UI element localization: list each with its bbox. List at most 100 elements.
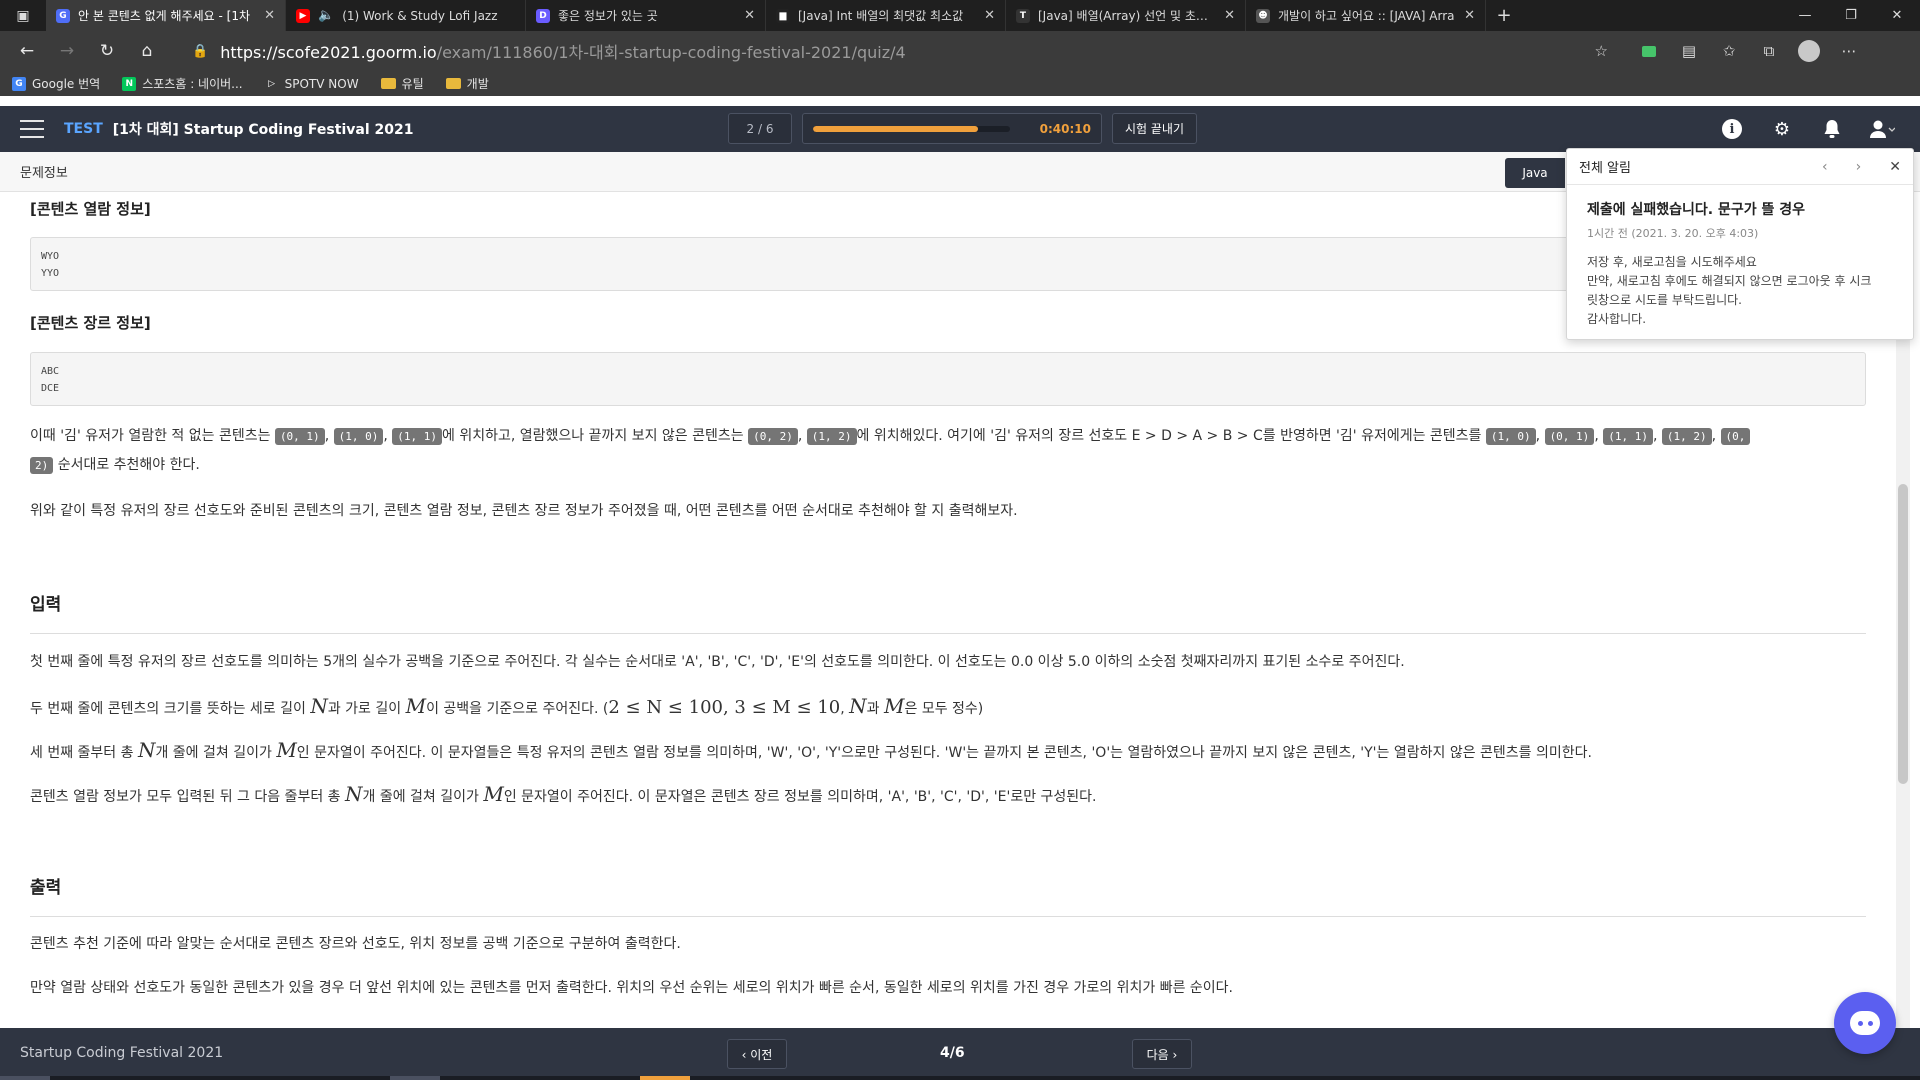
browser-tab-4[interactable]: ▆ [Java] Int 배열의 최댓값 최소값 ✕ <box>766 0 1006 31</box>
summary-paragraph: 위와 같이 특정 유저의 장르 선호도와 준비된 콘텐츠의 크기, 콘텐츠 열람… <box>30 503 1018 519</box>
bookmark-folder-dev[interactable]: 개발 <box>445 75 489 92</box>
inline-code: (1, 1) <box>392 428 442 445</box>
inline-code: (1, 2) <box>806 428 857 445</box>
bookmark-label: 스포츠홈 : 네이버... <box>142 77 243 91</box>
bookmark-folder-util[interactable]: 유틸 <box>380 75 424 92</box>
tab-title: (1) Work & Study Lofi Jazz <box>342 8 498 23</box>
notification-body: 제출에 실패했습니다. 문구가 뜰 경우 1시간 전 (2021. 3. 20.… <box>1567 185 1913 343</box>
close-tab-icon[interactable]: ✕ <box>264 8 275 23</box>
info-icon[interactable]: i <box>1718 115 1746 143</box>
close-tab-icon[interactable]: ✕ <box>1224 8 1235 23</box>
tabs-icon[interactable]: ⧉ <box>1752 36 1786 66</box>
bookmarks-bar: G Google 번역 N 스포츠홈 : 네이버... ▷ SPOTV NOW … <box>0 71 1920 96</box>
text: , <box>840 701 850 717</box>
test-tag: TEST <box>64 121 103 137</box>
bookmark-spotv[interactable]: ▷ SPOTV NOW <box>265 77 358 91</box>
footer-page-indicator: 4/6 <box>940 1045 965 1061</box>
close-tab-icon[interactable]: ✕ <box>1464 8 1475 23</box>
inline-code: (1, 1) <box>1603 428 1653 445</box>
notification-line: 릿창으로 시도를 부탁드립니다. <box>1587 293 1742 307</box>
notification-controls: ‹ › ✕ <box>1822 159 1901 175</box>
scrollbar-thumb[interactable] <box>1898 484 1908 784</box>
browser-tab-5[interactable]: T [Java] 배열(Array) 선언 및 초기화 ✕ <box>1006 0 1246 31</box>
site-favicon-icon: D <box>536 8 550 23</box>
end-exam-button[interactable]: 시험 끝내기 <box>1112 113 1198 144</box>
math-var: N <box>344 782 363 806</box>
site-favicon-icon: T <box>1016 8 1030 23</box>
bookmark-label: 개발 <box>466 77 489 91</box>
code-line: ABC <box>41 366 60 377</box>
browser-tab-6[interactable]: ☻ 개발이 하고 싶어요 :: [JAVA] Arra ✕ <box>1246 0 1486 31</box>
bell-icon[interactable] <box>1818 115 1846 143</box>
text: 에 위치해있다. 여기에 '김' 유저의 장르 선호도 E > D > A > … <box>856 428 1486 444</box>
notification-title: 전체 알림 <box>1579 161 1631 176</box>
more-icon[interactable]: ⋯ <box>1832 36 1866 66</box>
text: 과 <box>866 701 884 717</box>
notification-panel: 전체 알림 ‹ › ✕ 제출에 실패했습니다. 문구가 뜰 경우 1시간 전 (… <box>1566 148 1914 340</box>
home-icon[interactable]: ⌂ <box>130 36 164 66</box>
chevron-right-icon[interactable]: › <box>1856 159 1862 175</box>
text: 이 공백을 기준으로 주어진다. ( <box>426 701 609 717</box>
math-var: N <box>849 694 867 718</box>
url-path: /exam/111860/1차-대회-startup-coding-festiv… <box>436 43 906 62</box>
close-tab-icon[interactable]: ✕ <box>744 8 755 23</box>
new-tab-icon[interactable]: + <box>1486 0 1522 31</box>
back-icon[interactable]: ← <box>10 36 44 66</box>
text: 은 모두 정수) <box>904 701 984 717</box>
math-var: M <box>276 738 297 762</box>
language-select[interactable]: Java <box>1505 158 1565 188</box>
gear-icon[interactable]: ⚙ <box>1768 115 1796 143</box>
inline-code: 2) <box>30 457 54 474</box>
youtube-favicon-icon: ▶ <box>296 8 310 23</box>
input-line-2: 두 번째 줄에 콘텐츠의 크기를 뜻하는 세로 길이 N과 가로 길이 M이 공… <box>30 692 983 724</box>
lock-icon[interactable]: 🔒 <box>192 44 208 59</box>
close-tab-icon[interactable]: ✕ <box>984 8 995 23</box>
minimize-icon[interactable]: — <box>1782 0 1828 31</box>
user-icon[interactable] <box>1868 115 1896 143</box>
divider <box>30 633 1866 634</box>
close-window-icon[interactable]: ✕ <box>1874 0 1920 31</box>
genre-info-heading: [콘텐츠 장르 정보] <box>30 314 151 332</box>
chevron-left-icon[interactable]: ‹ <box>1822 159 1828 175</box>
url-host: https://scofe2021.goorm.io <box>220 43 437 62</box>
prev-button[interactable]: ‹ 이전 <box>727 1039 787 1069</box>
math-var: N <box>310 694 328 718</box>
text: 두 번째 줄에 콘텐츠의 크기를 뜻하는 세로 길이 <box>30 701 311 717</box>
extension-icon[interactable] <box>1632 36 1666 66</box>
genre-info-code: ABC DCE <box>30 352 1866 406</box>
url-field[interactable]: 🔒 https://scofe2021.goorm.io/exam/111860… <box>178 36 1618 66</box>
browser-tab-bar: ▣ G 안 본 콘텐츠 없게 해주세요 - [1차 ✕ ▶ 🔈 (1) Work… <box>0 0 1920 31</box>
notification-message-title: 제출에 실패했습니다. 문구가 뜰 경우 <box>1587 202 1806 218</box>
timer-progress-bar <box>813 125 1010 132</box>
math-var: N <box>137 738 156 762</box>
restore-icon[interactable]: ❐ <box>1828 0 1874 31</box>
timer-box: 0:40:10 <box>802 113 1102 144</box>
refresh-icon[interactable]: ↻ <box>90 36 124 66</box>
favorites-icon[interactable]: ✩ <box>1712 36 1746 66</box>
browser-tab-3[interactable]: D 좋은 정보가 있는 곳 ✕ <box>526 0 766 31</box>
close-icon[interactable]: ✕ <box>1889 159 1901 175</box>
notification-time: 1시간 전 (2021. 3. 20. 오후 4:03) <box>1587 227 1759 240</box>
speaker-icon[interactable]: 🔈 <box>318 8 334 23</box>
menu-icon[interactable] <box>20 120 44 138</box>
exam-title: [1차 대회] Startup Coding Festival 2021 <box>112 122 414 138</box>
bookmark-naver-sports[interactable]: N 스포츠홈 : 네이버... <box>122 75 243 92</box>
text: 개 줄에 걸쳐 길이가 <box>155 745 277 761</box>
forward-icon[interactable]: → <box>50 36 84 66</box>
profile-icon[interactable] <box>1792 36 1826 66</box>
favorite-star-icon[interactable]: ☆ <box>1595 42 1608 60</box>
problem-info-label[interactable]: 문제정보 <box>20 162 68 181</box>
inline-code: (0, 2) <box>748 428 798 445</box>
math-var: M <box>483 782 504 806</box>
next-button[interactable]: 다음 › <box>1132 1039 1192 1069</box>
browser-tab-2[interactable]: ▶ 🔈 (1) Work & Study Lofi Jazz <box>286 0 526 31</box>
browser-tab-1[interactable]: G 안 본 콘텐츠 없게 해주세요 - [1차 ✕ <box>46 0 286 31</box>
text: 세 번째 줄부터 총 <box>30 745 138 761</box>
text: 이때 '김' 유저가 열람한 적 없는 콘텐츠는 <box>30 428 275 444</box>
bookmark-google-translate[interactable]: G Google 번역 <box>12 75 100 92</box>
input-line-3: 세 번째 줄부터 총 N개 줄에 걸쳐 길이가 M인 문자열이 주어진다. 이 … <box>30 736 1592 768</box>
chat-support-button[interactable] <box>1834 992 1896 1054</box>
footer-bar: Startup Coding Festival 2021 ‹ 이전 4/6 다음… <box>0 1028 1920 1080</box>
collections-icon[interactable]: ▤ <box>1672 36 1706 66</box>
tab-actions-icon[interactable]: ▣ <box>0 0 46 31</box>
